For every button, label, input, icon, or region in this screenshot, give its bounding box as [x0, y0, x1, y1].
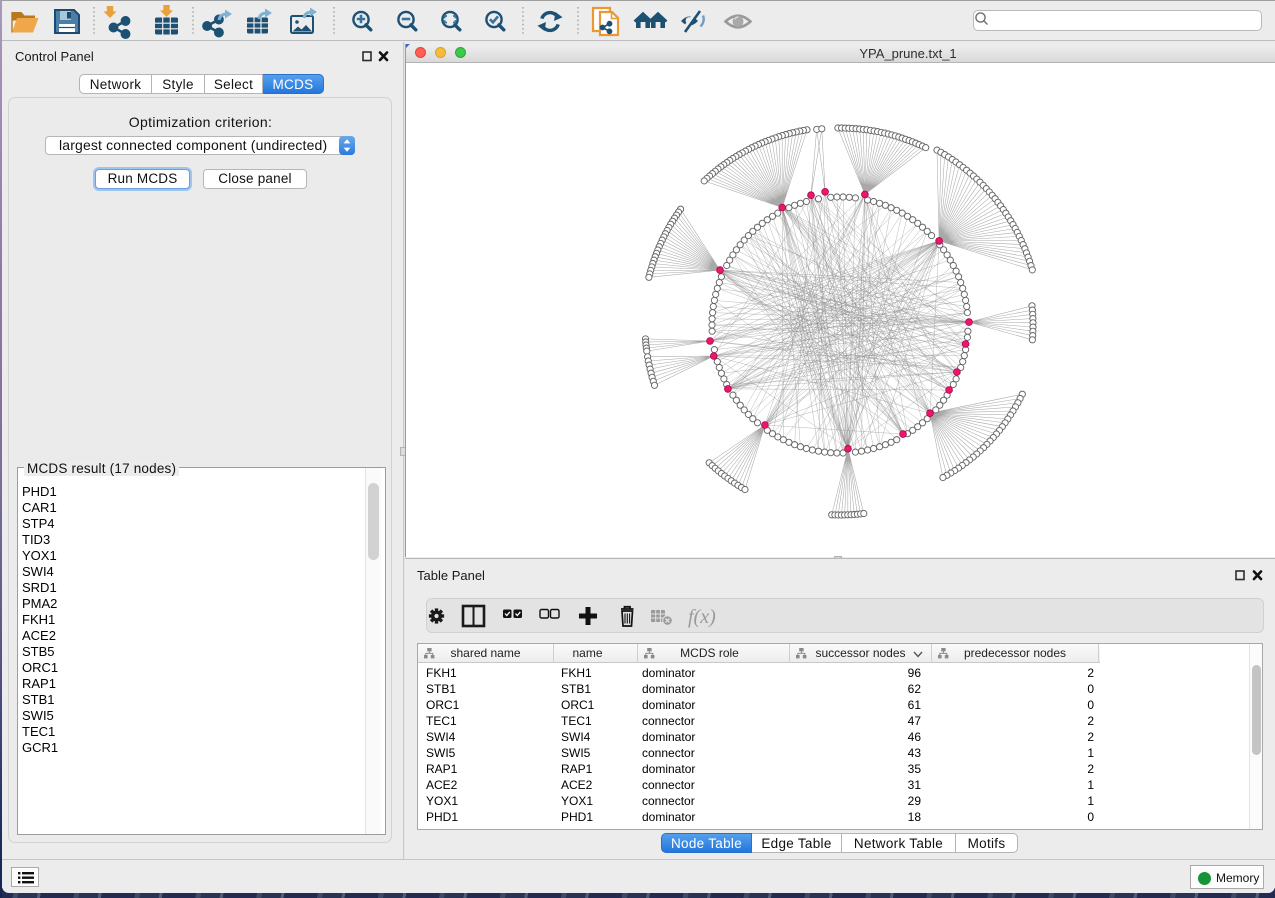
svg-text:f(x): f(x) [688, 606, 716, 628]
